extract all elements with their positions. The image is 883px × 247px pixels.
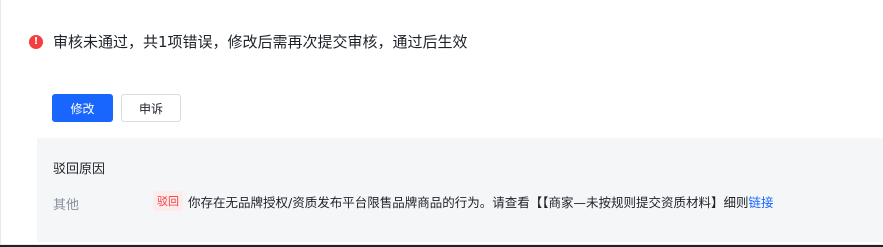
alert-message: 审核未通过，共1项错误，修改后需再次提交审核，通过后生效: [53, 33, 468, 51]
audit-alert: ! 审核未通过，共1项错误，修改后需再次提交审核，通过后生效: [29, 31, 468, 52]
modify-button[interactable]: 修改: [52, 94, 113, 122]
reason-text: 你存在无品牌授权/资质发布平台限售品牌商品的行为。请查看【【商家—未按规则提交资…: [188, 194, 749, 210]
reason-detail: 驳回 你存在无品牌授权/资质发布平台限售品牌商品的行为。请查看【【商家—未按规则…: [153, 191, 773, 211]
rule-link[interactable]: 链接: [748, 192, 773, 211]
appeal-button[interactable]: 申诉: [121, 94, 181, 122]
rejection-reason-title: 驳回原因: [53, 162, 106, 177]
reason-category: 其他: [53, 198, 80, 213]
rejection-reason-box: 驳回原因 其他 驳回 你存在无品牌授权/资质发布平台限售品牌商品的行为。请查看【…: [37, 138, 883, 242]
audit-result-panel: ! 审核未通过，共1项错误，修改后需再次提交审核，通过后生效 修改 申诉 驳回原…: [0, 0, 883, 245]
error-icon: !: [29, 34, 43, 49]
reject-tag: 驳回: [153, 191, 183, 211]
